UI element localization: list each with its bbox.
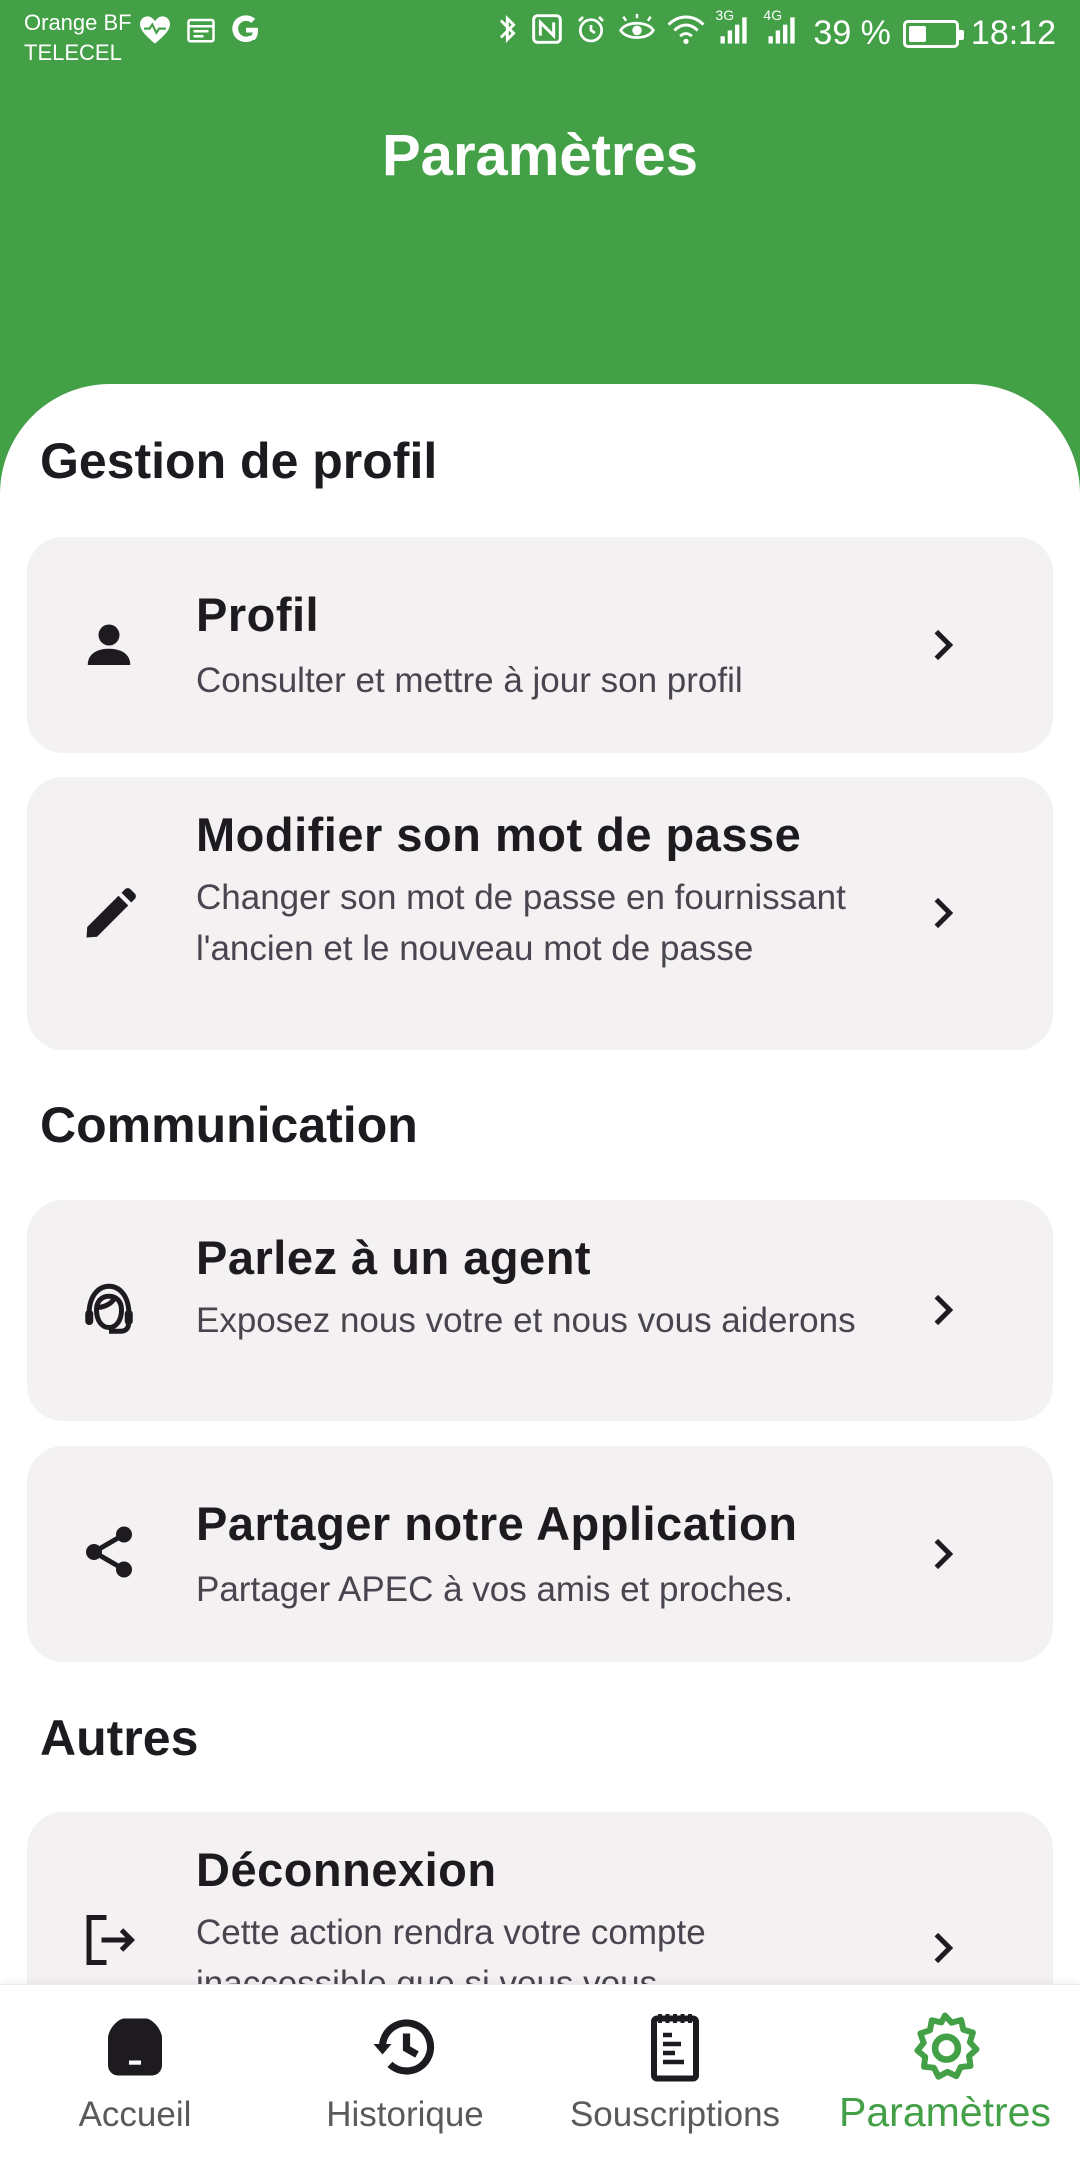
bluetooth-icon: [497, 12, 519, 55]
settings-item-change-password[interactable]: Modifier son mot de passe Changer son mo…: [27, 777, 1053, 1050]
settings-item-share-app[interactable]: Partager notre Application Partager APEC…: [27, 1446, 1053, 1662]
chevron-right-icon: [923, 1534, 963, 1574]
item-title: Parlez à un agent: [196, 1231, 592, 1284]
clock: 18:12: [970, 14, 1056, 52]
chevron-right-icon: [923, 1290, 963, 1330]
page-title: Paramètres: [382, 123, 698, 188]
person-icon: [79, 615, 139, 675]
history-icon: [369, 2011, 441, 2083]
battery-percent: 39 %: [813, 14, 891, 52]
settings-item-profile[interactable]: Profil Consulter et mettre à jour son pr…: [27, 537, 1053, 753]
wifi-icon: [667, 13, 705, 54]
item-subtitle: Consulter et mettre à jour son profil: [196, 661, 743, 700]
settings-item-talk-to-agent[interactable]: Parlez à un agent Exposez nous votre et …: [27, 1200, 1053, 1421]
battery-icon: [902, 19, 964, 48]
eye-comfort-icon: [619, 14, 656, 53]
item-title: Partager notre Application: [196, 1497, 798, 1550]
network-3g-label: 3G: [715, 7, 735, 23]
chevron-right-icon: [923, 893, 963, 933]
alarm-icon: [575, 13, 607, 54]
carrier-name-2: TELECEL: [24, 40, 122, 65]
item-subtitle: Changer son mot de passe en fournissant …: [196, 878, 846, 968]
edit-pencil-icon: [79, 885, 139, 945]
carrier-info: Orange BF TELECEL: [24, 8, 132, 68]
nav-label: Accueil: [78, 2095, 192, 2134]
calendar-icon: [186, 15, 216, 50]
section-title-others: Autres: [40, 1710, 199, 1766]
nfc-icon: [531, 13, 563, 54]
system-status: 3G 4G 39 % 18:12: [497, 7, 1056, 55]
chevron-right-icon: [923, 1928, 963, 1968]
network-4g-label: 4G: [763, 7, 783, 23]
google-g-icon: [230, 14, 262, 51]
nav-item-parametres[interactable]: Paramètres: [810, 1985, 1080, 2160]
section-title-profile: Gestion de profil: [40, 433, 438, 489]
section-title-communication: Communication: [40, 1097, 418, 1153]
notification-icons: [138, 14, 262, 51]
signal-4g-icon: 4G: [763, 7, 801, 54]
status-bar: Orange BF TELECEL 3G 4G 39 % 18:12: [0, 0, 1080, 74]
nav-label: Paramètres: [839, 2089, 1051, 2135]
nav-label: Souscriptions: [569, 2095, 781, 2134]
carrier-name-1: Orange BF: [24, 10, 132, 35]
health-heart-icon: [138, 15, 172, 50]
nav-item-historique[interactable]: Historique: [270, 1985, 540, 2160]
home-icon: [99, 2011, 171, 2083]
nav-item-souscriptions[interactable]: Souscriptions: [540, 1985, 810, 2160]
logout-icon: [79, 1910, 139, 1970]
chevron-right-icon: [923, 625, 963, 665]
nav-item-accueil[interactable]: Accueil: [0, 1985, 270, 2160]
share-icon: [79, 1522, 139, 1582]
signal-3g-icon: 3G: [715, 7, 753, 54]
item-subtitle: Exposez nous votre et nous vous aiderons: [196, 1301, 856, 1340]
item-title: Modifier son mot de passe: [196, 808, 802, 861]
item-subtitle: Partager APEC à vos amis et proches.: [196, 1570, 794, 1609]
item-title: Déconnexion: [196, 1843, 497, 1896]
receipt-icon: [639, 2011, 711, 2083]
support-agent-icon: [79, 1280, 139, 1340]
settings-gear-icon: [909, 2011, 981, 2083]
bottom-navigation: Accueil Historique Souscriptions Paramèt…: [0, 1984, 1080, 2160]
item-title: Profil: [196, 588, 320, 641]
nav-label: Historique: [326, 2095, 484, 2134]
